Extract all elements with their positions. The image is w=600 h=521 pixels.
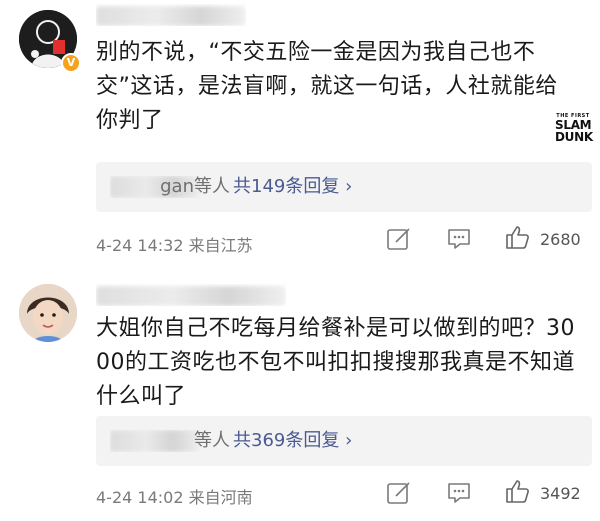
comment-item: 大姐你自己不吃每月给餐补是可以做到的吧？3000的工资吃也不包不叫扣扣搜搜那我真… [0,272,600,521]
view-replies-link[interactable]: 共369条回复 › [233,429,352,453]
comment-meta: 4-24 14:32 来自江苏 [96,236,253,255]
comment-meta: 4-24 14:02 来自河南 [96,488,253,507]
divider [0,264,600,272]
thumbs-up-icon[interactable] [504,478,530,504]
like-count: 3492 [540,484,581,503]
slam-dunk-watermark: THE FIRST SLAM DUNK [555,113,593,144]
comment-bubble-icon[interactable] [446,480,472,506]
comment-text: 别的不说，“不交五险一金是因为我自己也不交”这话，是法盲啊，就这一句话，人社就能… [96,40,558,133]
comment-item: V 别的不说，“不交五险一金是因为我自己也不交”这话，是法盲啊，就这一句话，人社… [0,0,600,262]
comment-bubble-icon[interactable] [446,226,472,252]
reply-preview[interactable]: 等人 共369条回复 › [96,416,592,466]
reply-names: gan等人 [110,176,230,198]
avatar[interactable] [19,284,77,342]
share-edit-icon[interactable] [386,226,412,252]
share-edit-icon[interactable] [386,480,412,506]
username-blurred[interactable] [96,4,246,26]
view-replies-link[interactable]: 共149条回复 › [233,175,352,199]
verified-badge-icon: V [61,53,81,73]
thumbs-up-icon[interactable] [504,224,530,250]
username-blurred[interactable] [96,284,286,306]
reply-names: 等人 [110,430,230,452]
reply-preview[interactable]: gan等人 共149条回复 › [96,162,592,212]
comment-text: 大姐你自己不吃每月给餐补是可以做到的吧？3000的工资吃也不包不叫扣扣搜搜那我真… [96,316,575,409]
like-count: 2680 [540,230,581,249]
